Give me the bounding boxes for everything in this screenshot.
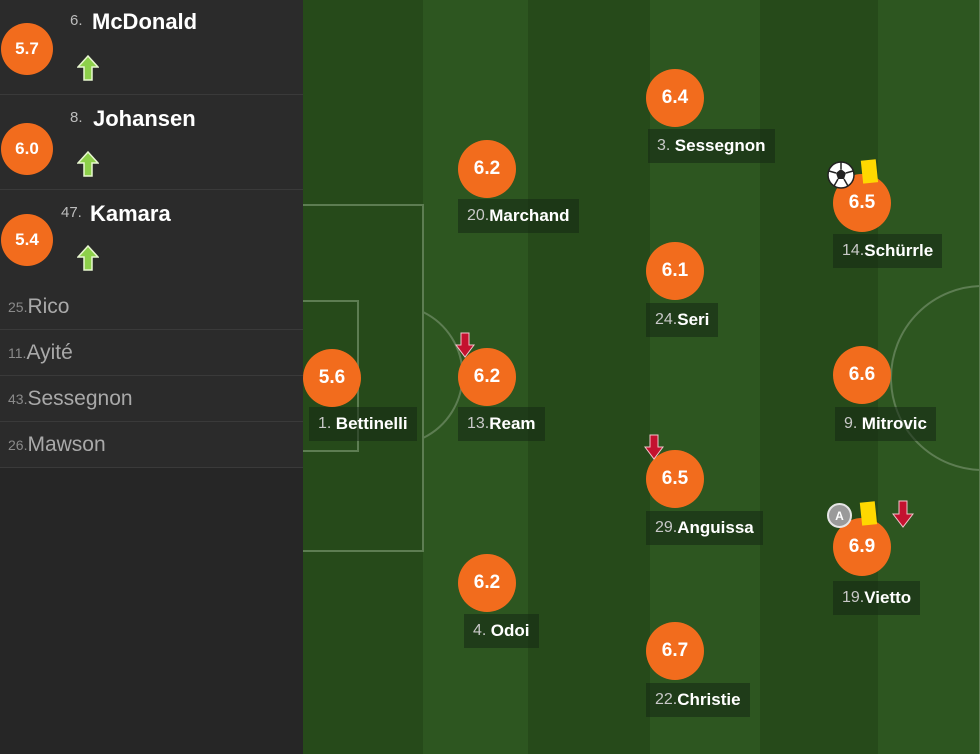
player-number: 24. xyxy=(655,311,678,328)
sub-out-arrow-icon xyxy=(644,434,664,460)
player-rating-badge: 6.4 xyxy=(646,69,704,127)
player-name: Schürrle xyxy=(864,241,934,260)
player-name: Mitrovic xyxy=(861,414,927,433)
player-label: 24. Seri xyxy=(646,303,719,337)
bench-row[interactable]: 11. Ayité xyxy=(0,330,303,376)
player-number: 25. xyxy=(8,298,28,315)
player-number: 1. xyxy=(318,415,332,432)
bench-row[interactable]: 26. Mawson xyxy=(0,422,303,468)
player-number: 9. xyxy=(844,415,858,432)
player-rating-badge: 5.6 xyxy=(303,349,361,407)
player-name: Odoi xyxy=(490,621,530,640)
sub-in-arrow-icon xyxy=(77,55,99,81)
player-rating-badge: 6.2 xyxy=(458,554,516,612)
player-name: Ream xyxy=(489,414,536,433)
player-name: Ayité xyxy=(26,340,73,364)
substitute-row[interactable]: 5.4 47. Kamara xyxy=(0,190,303,285)
bench-row[interactable]: 43. Sessegnon xyxy=(0,376,303,422)
player-number: 29. xyxy=(655,519,678,536)
player-number: 43. xyxy=(8,390,28,407)
sub-out-arrow-icon xyxy=(892,500,914,528)
player-number: 8. xyxy=(70,109,83,126)
goal-ball-icon xyxy=(827,161,855,189)
player-rating-badge: 6.0 xyxy=(1,123,53,175)
player-label: 20. Marchand xyxy=(458,199,579,233)
player-name: Seri xyxy=(677,310,710,329)
bench-row[interactable]: 25. Rico xyxy=(0,284,303,330)
player-number: 11. xyxy=(8,344,27,361)
player-rating-badge: 6.2 xyxy=(458,140,516,198)
player-name: Mawson xyxy=(27,432,106,456)
player-rating-badge: 6.1 xyxy=(646,242,704,300)
player-name: Johansen xyxy=(93,106,196,131)
pitch: 5.6 1. Bettinelli 6.2 20. Marchand 6.2 13… xyxy=(303,0,980,754)
player-label: 29. Anguissa xyxy=(646,511,763,545)
sub-in-arrow-icon xyxy=(77,245,99,271)
player-name: Vietto xyxy=(864,588,912,607)
player-rating-badge: 5.7 xyxy=(1,23,53,75)
player-number: 14. xyxy=(842,242,865,259)
player-label: 1. Bettinelli xyxy=(309,407,417,441)
yellow-card-icon xyxy=(860,159,879,184)
player-name: Rico xyxy=(27,294,70,318)
player-label: 22. Christie xyxy=(646,683,750,717)
player-label: 3. Sessegnon xyxy=(648,129,775,163)
player-rating-badge: 6.6 xyxy=(833,346,891,404)
player-label: 9. Mitrovic xyxy=(835,407,936,441)
player-number: 13. xyxy=(467,415,490,432)
player-name: Christie xyxy=(677,690,741,709)
player-number: 47. xyxy=(61,204,82,221)
player-number: 20. xyxy=(467,207,490,224)
player-label: 19. Vietto xyxy=(833,581,921,615)
substitute-row[interactable]: 5.7 6. McDonald xyxy=(0,0,303,95)
player-name: Kamara xyxy=(90,201,171,226)
player-label: 14. Schürrle xyxy=(833,234,943,268)
player-number: 3. xyxy=(657,137,671,154)
yellow-card-icon xyxy=(859,501,878,526)
player-number: 19. xyxy=(842,589,865,606)
substitutes-panel: 5.7 6. McDonald 6.0 8. Johansen 5.4 47. … xyxy=(0,0,303,754)
player-label: 4. Odoi xyxy=(464,614,539,648)
sub-out-arrow-icon xyxy=(455,332,475,358)
player-rating-badge: 6.7 xyxy=(646,622,704,680)
player-name: Bettinelli xyxy=(335,414,408,433)
player-name: McDonald xyxy=(92,9,198,34)
player-name: Anguissa xyxy=(677,518,754,537)
sub-in-arrow-icon xyxy=(77,151,99,177)
player-number: 4. xyxy=(473,622,487,639)
substitute-row[interactable]: 6.0 8. Johansen xyxy=(0,95,303,190)
player-name: Sessegnon xyxy=(27,386,133,410)
player-label: 13. Ream xyxy=(458,407,545,441)
player-name: Marchand xyxy=(489,206,570,225)
player-number: 6. xyxy=(70,12,83,29)
player-number: 22. xyxy=(655,691,678,708)
player-rating-badge: 5.4 xyxy=(1,214,53,266)
assist-icon: A xyxy=(827,503,852,528)
player-name: Sessegnon xyxy=(674,136,766,155)
player-number: 26. xyxy=(8,436,28,453)
